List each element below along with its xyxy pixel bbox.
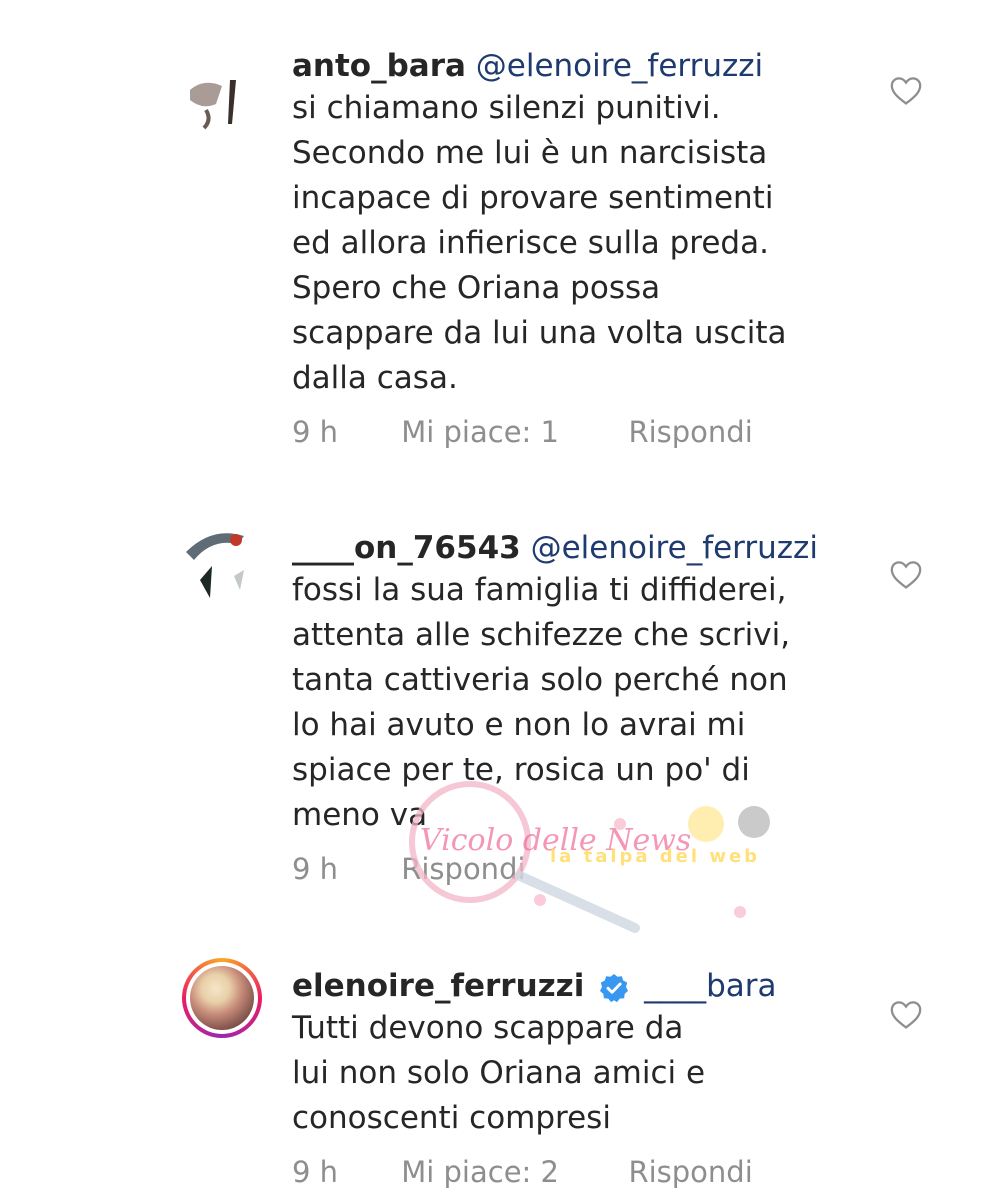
comment-line: Tutti devono scappare da [292,1010,684,1046]
comment-body: elenoire_ferruzzi ____bara Tutti devono … [292,966,852,1189]
heart-outline-icon[interactable] [889,74,923,106]
verified-badge-icon [600,973,629,1002]
comment-line: si chiamano silenzi punitivi. [292,90,721,126]
comment-mention[interactable]: @elenoire_ferruzzi [476,48,763,84]
avatar[interactable] [182,60,262,140]
comment-line: lo hai avuto e non lo avrai mi [292,707,746,743]
comment-text: si chiamano silenzi punitivi. Secondo me… [292,86,852,401]
heart-outline-icon[interactable] [889,558,923,590]
comment-line: attenta alle schifezze che scrivi, [292,617,791,653]
comment-mention[interactable]: @elenoire_ferruzzi [531,530,818,566]
reply-button[interactable]: Rispondi [628,415,752,449]
comment-meta: 9 h Mi piace: 1 Rispondi [292,415,852,449]
comment-likes[interactable]: Mi piace: 2 [401,1155,619,1189]
comment-line: ed allora infierisce sulla preda. [292,225,769,261]
comment-body: ____on_76543 @elenoire_ferruzzi fossi la… [292,528,852,886]
comment-body: anto_bara @elenoire_ferruzzi si chiamano… [292,46,852,449]
comment-text: Tutti devono scappare da lui non solo Or… [292,1006,852,1141]
comment-line: scappare da lui una volta uscita [292,315,787,351]
comment-header: elenoire_ferruzzi ____bara [292,966,852,1006]
heart-outline-icon[interactable] [889,998,923,1030]
comment-meta: 9 h Mi piace: 2 Rispondi [292,1155,852,1189]
comment-line: conoscenti compresi [292,1100,611,1136]
comment-header: ____on_76543 @elenoire_ferruzzi [292,528,852,568]
comment-text: fossi la sua famiglia ti diffiderei, att… [292,568,852,838]
comment-time: 9 h [292,1155,339,1189]
comment-line: lui non solo Oriana amici e [292,1055,706,1091]
comment-meta: 9 h Rispondi [292,852,852,886]
comment-line: meno va [292,797,428,833]
comment-mention[interactable]: ____bara [644,968,776,1004]
reply-button[interactable]: Rispondi [401,852,525,886]
reply-button[interactable]: Rispondi [628,1155,752,1189]
comment-line: dalla casa. [292,360,458,396]
comment-time: 9 h [292,415,339,449]
avatar-image [182,526,262,606]
comment-header: anto_bara @elenoire_ferruzzi [292,46,852,86]
comment-likes[interactable]: Mi piace: 1 [401,415,619,449]
comment-username[interactable]: ____on_76543 [292,530,521,566]
avatar-image [182,60,262,140]
comment-line: tanta cattiveria solo perché non [292,662,788,698]
comment-line: spiace per te, rosica un po' di [292,752,750,788]
avatar[interactable] [182,526,262,606]
avatar-image [190,966,254,1030]
comment-line: incapace di provare sentimenti [292,180,774,216]
comment-time: 9 h [292,852,339,886]
comment-line: Secondo me lui è un narcisista [292,135,768,171]
comment-username[interactable]: elenoire_ferruzzi [292,968,584,1004]
comment-line: fossi la sua famiglia ti diffiderei, [292,572,787,608]
avatar-story-ring[interactable] [182,958,262,1038]
comment-username[interactable]: anto_bara [292,48,466,84]
comment-line: Spero che Oriana possa [292,270,661,306]
avatar-inner [186,962,258,1034]
